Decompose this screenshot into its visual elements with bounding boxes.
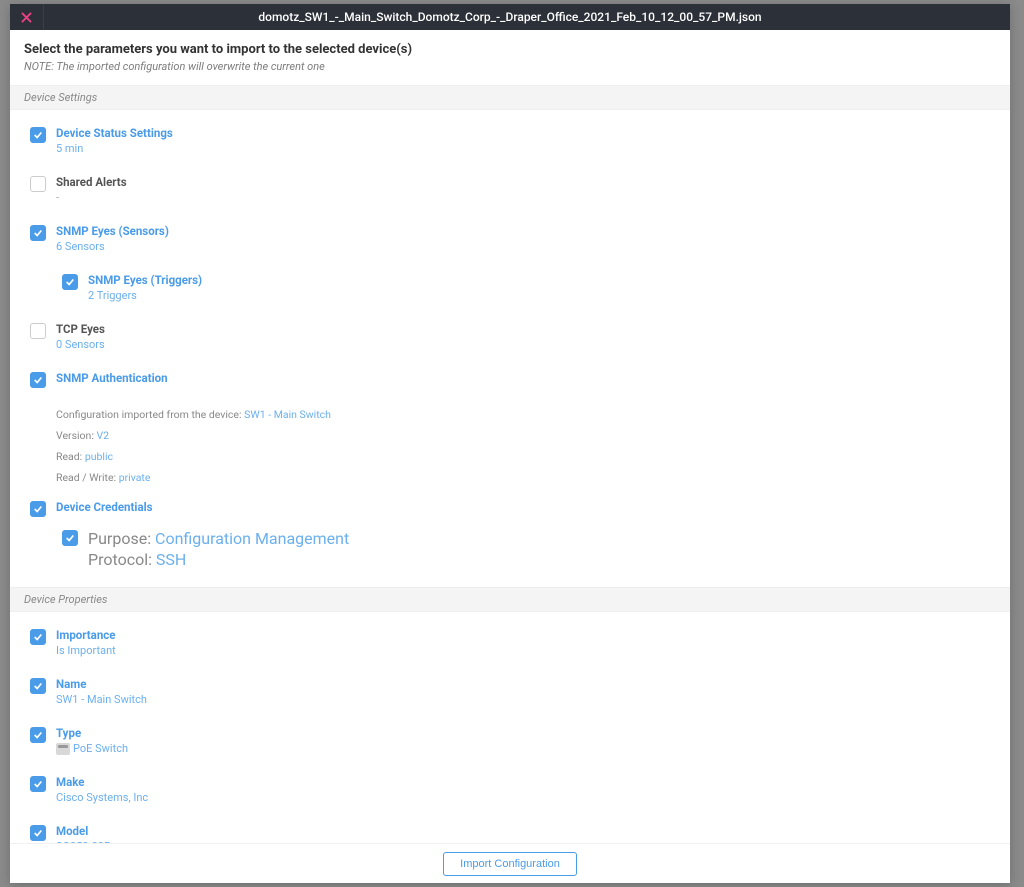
section-header-device-settings: Device Settings xyxy=(10,85,1010,110)
section-header-device-properties: Device Properties xyxy=(10,587,1010,612)
param-snmp-sensors: SNMP Eyes (Sensors) 6 Sensors xyxy=(24,216,996,265)
titlebar: domotz_SW1_-_Main_Switch_Domotz_Corp_-_D… xyxy=(10,4,1010,30)
checkbox-device-status[interactable] xyxy=(30,127,46,143)
param-snmp-triggers: SNMP Eyes (Triggers) 2 Triggers xyxy=(24,265,996,314)
param-title: Shared Alerts xyxy=(56,175,996,189)
checkbox-tcp-eyes[interactable] xyxy=(30,323,46,339)
param-title: Make xyxy=(56,775,996,789)
param-tcp-eyes: TCP Eyes 0 Sensors xyxy=(24,314,996,363)
checkbox-model[interactable] xyxy=(30,825,46,841)
param-value: 0 Sensors xyxy=(56,338,996,351)
check-icon xyxy=(65,277,75,287)
footer: Import Configuration xyxy=(10,843,1010,883)
checkbox-shared-alerts[interactable] xyxy=(30,176,46,192)
check-icon xyxy=(33,632,43,642)
snmp-auth-imported: Configuration imported from the device: … xyxy=(56,404,996,425)
snmp-auth-version: Version: V2 xyxy=(56,425,996,446)
param-title: SNMP Eyes (Sensors) xyxy=(56,224,996,238)
param-device-credentials: Device Credentials xyxy=(24,492,996,529)
import-modal: domotz_SW1_-_Main_Switch_Domotz_Corp_-_D… xyxy=(10,4,1010,883)
heading-title: Select the parameters you want to import… xyxy=(24,42,996,57)
param-value: Cisco Systems, Inc xyxy=(56,791,996,804)
checkbox-credentials-detail[interactable] xyxy=(62,530,78,546)
modal-body: Select the parameters you want to import… xyxy=(10,30,1010,883)
param-value: SW1 - Main Switch xyxy=(56,693,996,706)
param-title: Importance xyxy=(56,628,996,642)
param-name: Name SW1 - Main Switch xyxy=(24,669,996,718)
close-icon xyxy=(21,12,32,23)
param-type: Type PoE Switch xyxy=(24,718,996,767)
checkbox-name[interactable] xyxy=(30,678,46,694)
param-credentials-detail: Purpose: Configuration Management Protoc… xyxy=(24,529,996,581)
switch-icon xyxy=(56,743,70,755)
snmp-auth-read: Read: public xyxy=(56,446,996,467)
param-title: Model xyxy=(56,824,996,838)
check-icon xyxy=(33,681,43,691)
check-icon xyxy=(33,375,43,385)
param-device-status: Device Status Settings 5 min xyxy=(24,118,996,167)
param-value: 2 Triggers xyxy=(88,289,996,302)
param-value: 5 min xyxy=(56,142,996,155)
checkbox-importance[interactable] xyxy=(30,629,46,645)
heading: Select the parameters you want to import… xyxy=(10,30,1010,79)
checkbox-snmp-sensors[interactable] xyxy=(30,225,46,241)
checkbox-snmp-auth[interactable] xyxy=(30,372,46,388)
param-title: Name xyxy=(56,677,996,691)
check-icon xyxy=(33,828,43,838)
param-title: Type xyxy=(56,726,996,740)
titlebar-filename: domotz_SW1_-_Main_Switch_Domotz_Corp_-_D… xyxy=(10,10,1010,24)
checkbox-type[interactable] xyxy=(30,727,46,743)
param-importance: Importance Is Important xyxy=(24,620,996,669)
checkbox-device-credentials[interactable] xyxy=(30,501,46,517)
check-icon xyxy=(33,228,43,238)
import-configuration-button[interactable]: Import Configuration xyxy=(443,852,577,876)
param-value: Is Important xyxy=(56,644,996,657)
param-title: SNMP Eyes (Triggers) xyxy=(88,273,996,287)
heading-note: NOTE: The imported configuration will ov… xyxy=(24,60,996,73)
close-button[interactable] xyxy=(10,4,44,30)
check-icon xyxy=(65,533,75,543)
param-shared-alerts: Shared Alerts - xyxy=(24,167,996,216)
check-icon xyxy=(33,779,43,789)
param-value: 6 Sensors xyxy=(56,240,996,253)
check-icon xyxy=(33,504,43,514)
param-snmp-auth: SNMP Authentication xyxy=(24,363,996,400)
param-make: Make Cisco Systems, Inc xyxy=(24,767,996,816)
device-settings-list: Device Status Settings 5 min Shared Aler… xyxy=(10,110,1010,581)
checkbox-make[interactable] xyxy=(30,776,46,792)
param-title: SNMP Authentication xyxy=(56,371,996,385)
credentials-protocol: Protocol: SSH xyxy=(88,548,996,569)
param-title: TCP Eyes xyxy=(56,322,996,336)
snmp-auth-readwrite: Read / Write: private xyxy=(56,467,996,488)
checkbox-snmp-triggers[interactable] xyxy=(62,274,78,290)
param-value: PoE Switch xyxy=(56,742,996,755)
param-title: Device Status Settings xyxy=(56,126,996,140)
param-value: - xyxy=(56,191,996,204)
credentials-purpose: Purpose: Configuration Management xyxy=(88,529,996,548)
check-icon xyxy=(33,130,43,140)
param-title: Device Credentials xyxy=(56,500,996,514)
snmp-auth-details: Configuration imported from the device: … xyxy=(24,400,996,492)
check-icon xyxy=(33,730,43,740)
